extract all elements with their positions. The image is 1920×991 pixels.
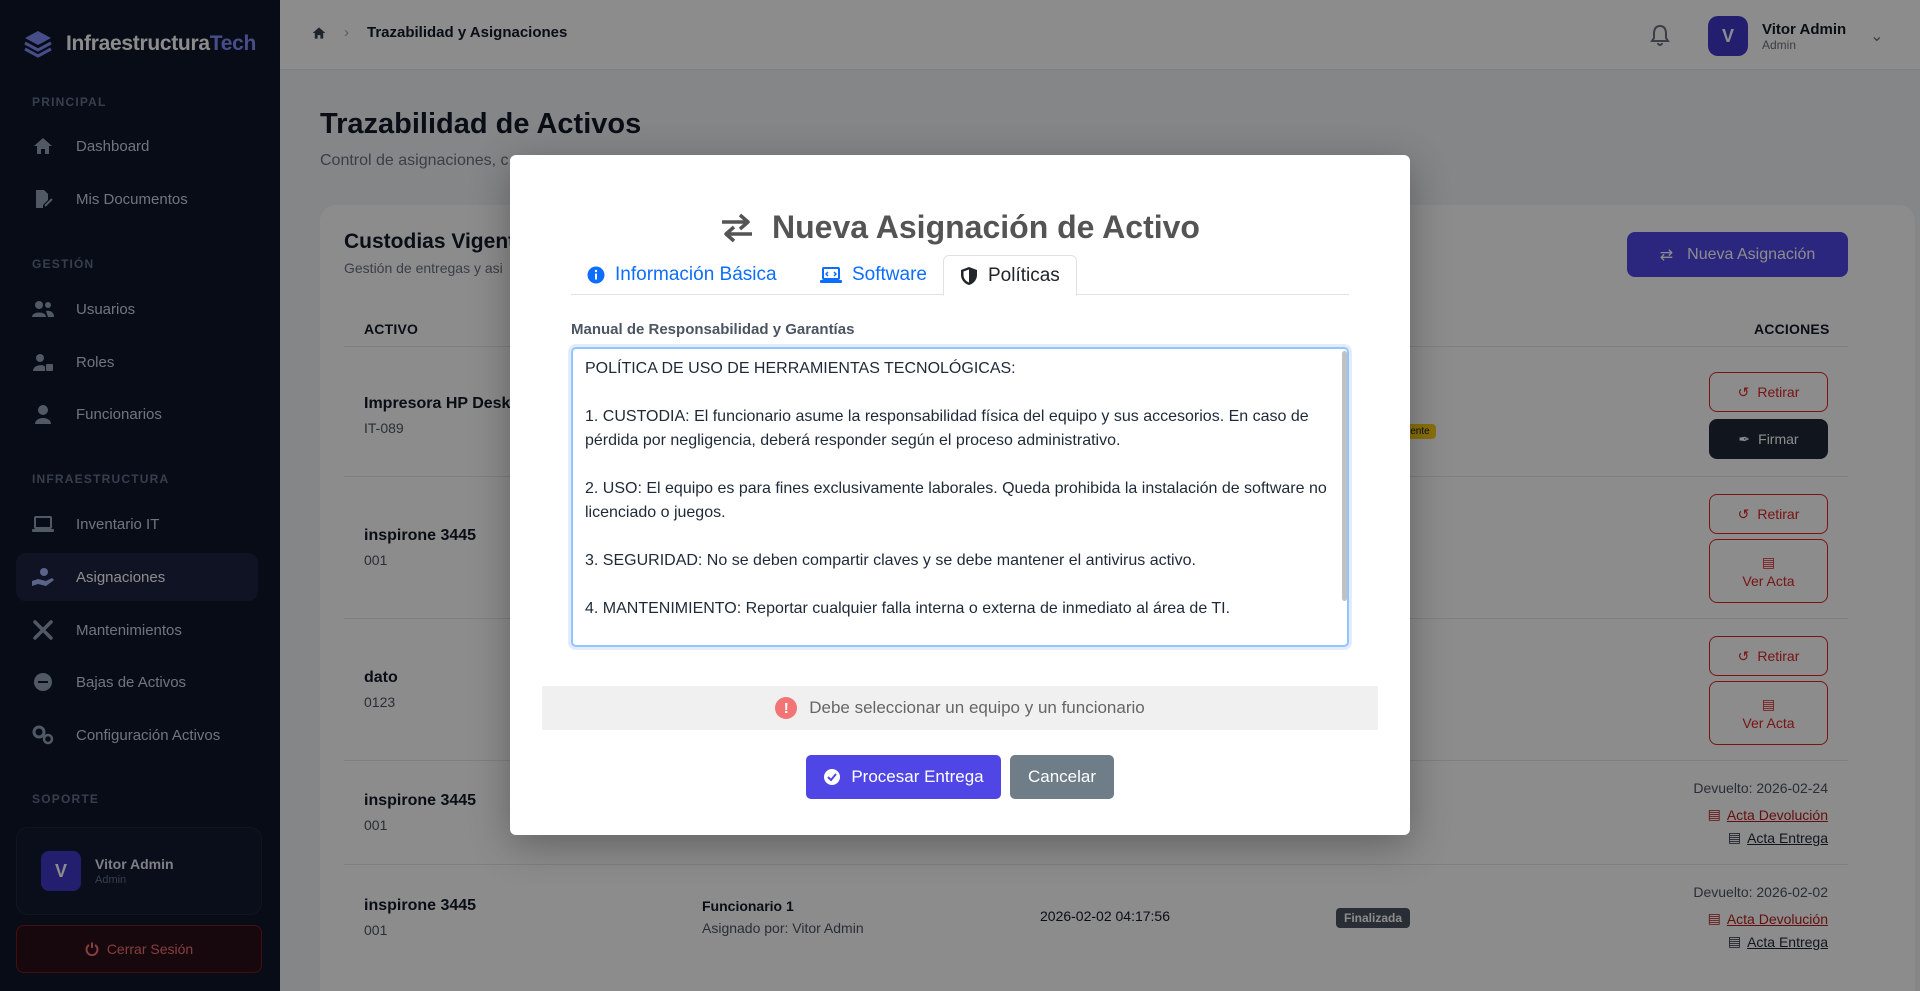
policy-textarea[interactable]: POLÍTICA DE USO DE HERRAMIENTAS TECNOLÓG… <box>571 347 1349 647</box>
cancel-button[interactable]: Cancelar <box>1010 755 1114 799</box>
tab-software[interactable]: Software <box>804 255 943 295</box>
tab-informacion-basica[interactable]: Información Básica <box>571 255 793 295</box>
exclamation-circle-icon: ! <box>775 697 798 719</box>
process-delivery-label: Procesar Entrega <box>851 767 984 786</box>
exchange-icon <box>722 213 753 242</box>
tab-politicas[interactable]: Políticas <box>943 255 1077 296</box>
validation-text: Debe seleccionar un equipo y un funciona… <box>809 698 1145 717</box>
shield-icon <box>961 266 977 285</box>
scrollbar[interactable] <box>1342 351 1347 601</box>
tab-label: Información Básica <box>615 264 777 285</box>
check-circle-icon <box>824 769 841 785</box>
modal-tabs: Información Básica Software Políticas <box>571 255 1349 296</box>
tab-label: Software <box>852 264 927 285</box>
process-delivery-button[interactable]: Procesar Entrega <box>806 755 1001 799</box>
modal-title: Nueva Asignación de Activo <box>510 209 1410 246</box>
cancel-label: Cancelar <box>1027 767 1097 786</box>
policy-field-label: Manual de Responsabilidad y Garantías <box>571 321 855 338</box>
modal-title-text: Nueva Asignación de Activo <box>772 209 1200 245</box>
laptop-code-icon <box>820 267 842 283</box>
new-assignment-modal: Nueva Asignación de Activo Información B… <box>510 155 1410 835</box>
info-circle-icon <box>587 266 605 284</box>
tab-label: Políticas <box>988 264 1060 286</box>
validation-message: ! Debe seleccionar un equipo y un funcio… <box>542 686 1378 730</box>
